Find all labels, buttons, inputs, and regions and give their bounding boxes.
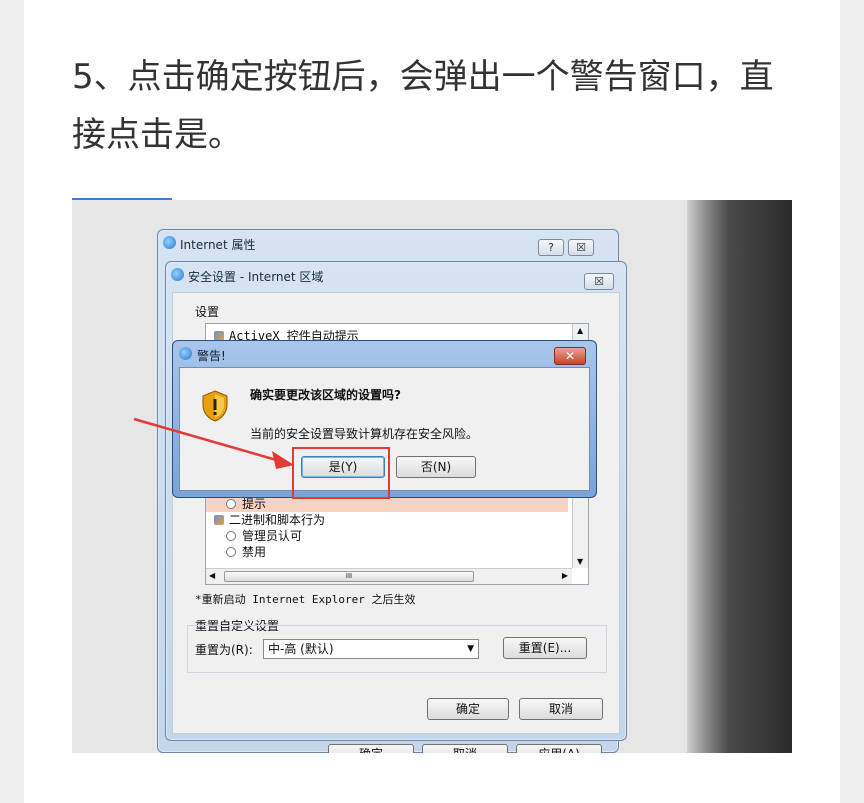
ie-apply-button[interactable]: 应用(A) (516, 744, 602, 753)
screenshot-image: Internet 属性 ? ☒ 确定 取消 应用(A) 安全设置 - Inter… (72, 200, 792, 753)
highlight-box (292, 447, 390, 499)
security-close-button[interactable]: ☒ (584, 273, 614, 290)
scroll-right-icon[interactable]: ▶ (562, 571, 568, 580)
scroll-thumb[interactable]: III (224, 571, 474, 582)
settings-gear-icon (214, 515, 224, 525)
restart-note: *重新启动 Internet Explorer 之后生效 (195, 593, 416, 606)
horizontal-scrollbar[interactable]: ◀ III ▶ (206, 568, 572, 584)
ie-globe-icon (179, 347, 192, 360)
ie-globe-icon (171, 268, 184, 281)
ie-ok-button[interactable]: 确定 (328, 744, 414, 753)
settings-label: 设置 (195, 305, 220, 319)
ie-close-button[interactable]: ☒ (568, 239, 594, 256)
scroll-left-icon[interactable]: ◀ (209, 571, 215, 580)
red-arrow-icon (133, 417, 294, 469)
radio-icon (226, 531, 236, 541)
help-button[interactable]: ? (538, 239, 564, 256)
list-item[interactable]: 管理员认可 (226, 528, 302, 544)
reset-to-label: 重置为(R): (195, 643, 253, 657)
scroll-thumb-grip: III (345, 572, 353, 580)
list-item[interactable]: 禁用 (226, 544, 266, 560)
security-settings-window: 安全设置 - Internet 区域 ☒ 设置 ActiveX 控件自动提示 提… (165, 261, 627, 741)
scroll-up-icon[interactable]: ▲ (577, 326, 583, 335)
reset-level-select[interactable]: 中-高 (默认) ▼ (263, 639, 479, 659)
ie-globe-icon (163, 236, 176, 249)
step-instruction-text: 5、点击确定按钮后，会弹出一个警告窗口，直接点击是。 (72, 57, 774, 155)
list-item: 二进制和脚本行为 (214, 512, 325, 528)
list-item-label: 二进制和脚本行为 (229, 513, 326, 527)
radio-icon (226, 499, 236, 509)
warning-close-button[interactable]: ✕ (554, 347, 586, 365)
warning-dialog-title: 警告! (197, 349, 226, 363)
ie-cancel-button[interactable]: 取消 (422, 744, 508, 753)
list-item-label: 管理员认可 (242, 529, 303, 543)
list-item-label: 提示 (242, 497, 267, 511)
dark-background-strip (687, 200, 792, 753)
list-item-label: 禁用 (242, 545, 267, 559)
no-button[interactable]: 否(N) (396, 456, 476, 478)
scroll-down-icon[interactable]: ▼ (577, 557, 583, 566)
security-cancel-button[interactable]: 取消 (519, 698, 603, 720)
reset-button[interactable]: 重置(E)... (503, 637, 587, 659)
radio-icon (226, 547, 236, 557)
security-settings-title: 安全设置 - Internet 区域 (188, 270, 324, 284)
reset-level-value: 中-高 (默认) (268, 642, 334, 656)
internet-properties-title: Internet 属性 (180, 238, 256, 252)
security-ok-button[interactable]: 确定 (427, 698, 509, 720)
chevron-down-icon: ▼ (467, 644, 474, 654)
warning-question: 确实要更改该区域的设置吗? (250, 388, 401, 402)
